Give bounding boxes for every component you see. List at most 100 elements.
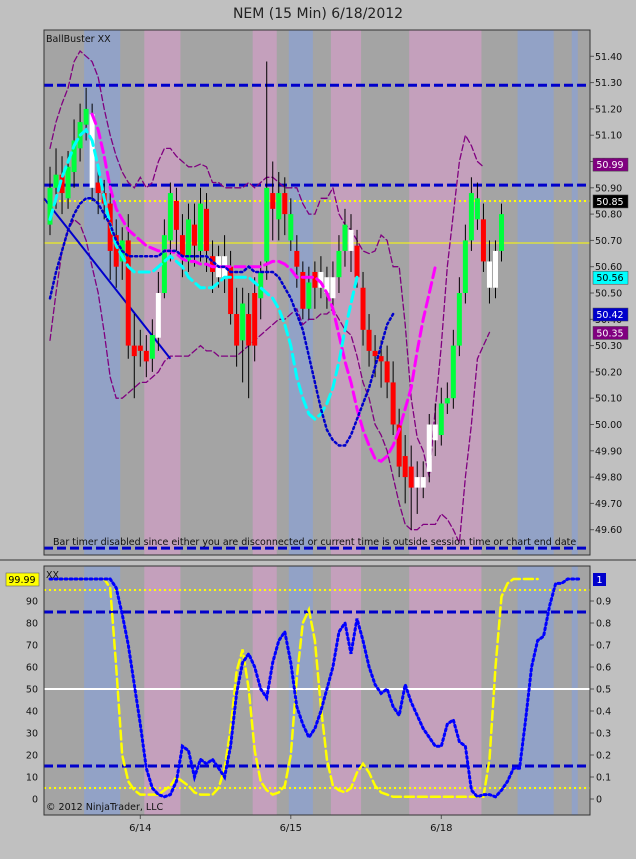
pink-session-band [252, 566, 277, 815]
price-tick-label: 50.90 [595, 183, 622, 194]
price-tick-label: 51.20 [595, 104, 622, 115]
candle-body [131, 345, 137, 357]
candle-body [474, 198, 480, 220]
price-tick-label: 50.30 [595, 341, 622, 352]
oscillator-right-marker-label: 1 [596, 575, 602, 586]
price-marker-label: 50.42 [596, 310, 623, 321]
osc-right-tick-label: 0.3 [596, 729, 611, 740]
chart-root: NEM (15 Min) 6/18/2012 49.60 49.70 49.80 49… [0, 0, 636, 859]
candle-body [438, 403, 444, 436]
candle-body [414, 477, 420, 488]
candle-body [348, 229, 354, 251]
candle-body [420, 477, 426, 488]
copyright-text: © 2012 NinjaTrader, LLC [46, 802, 163, 813]
candle-body [246, 314, 252, 346]
price-tick-label: 50.20 [595, 367, 622, 378]
osc-right-tick-label: 0.6 [596, 663, 611, 674]
price-tick-label: 49.70 [595, 499, 622, 510]
candle-body [432, 424, 438, 441]
candle-body [167, 193, 173, 241]
osc-right-tick-label: 0.7 [596, 641, 611, 652]
time-tick-label: 6/18 [430, 823, 452, 834]
candle-body [149, 335, 155, 359]
blue-session-band [571, 566, 578, 815]
candle-body [143, 350, 149, 362]
candle-body [402, 456, 408, 478]
candle-body [228, 266, 234, 315]
oscillator-left-marker-label: 99.99 [8, 575, 35, 586]
price-marker-label: 50.35 [596, 328, 623, 339]
blue-session-band [517, 30, 554, 555]
candle-body [294, 250, 300, 267]
pink-session-band [330, 566, 362, 815]
price-tick-label: 50.50 [595, 289, 622, 300]
candle-body [426, 424, 432, 472]
candle-body [137, 345, 143, 351]
osc-right-tick-label: 0.2 [596, 751, 611, 762]
candle-body [179, 235, 185, 257]
candle-body [276, 193, 282, 220]
blue-session-band [84, 30, 121, 555]
blue-session-band [84, 566, 121, 815]
price-marker-label: 50.85 [596, 197, 623, 208]
price-tick-label: 51.30 [595, 78, 622, 89]
blue-session-band [517, 566, 554, 815]
candle-body [354, 245, 360, 278]
candle-body [330, 277, 336, 299]
chart-title: NEM (15 Min) 6/18/2012 [233, 6, 403, 22]
candle-body [468, 193, 474, 241]
osc-right-tick-label: 0.1 [596, 773, 611, 784]
candle-body [462, 240, 468, 293]
bar-timer-note: Bar timer disabled since either you are … [53, 537, 576, 548]
candle-body [191, 224, 197, 246]
price-marker-label: 50.56 [596, 273, 623, 284]
price-tick-label: 49.60 [595, 525, 622, 536]
candle-body [444, 398, 450, 404]
candle-body [234, 314, 240, 346]
candle-body [83, 108, 89, 125]
pink-session-band [330, 30, 362, 555]
candle-body [53, 174, 59, 188]
oscillator-panel: 0 10 20 30 40 50 60 70 80 90 0 0.1 0.2 0.3 0.4 0.5 0.6 0.… [5, 566, 611, 815]
candle-body [65, 166, 71, 199]
candle-body [499, 214, 504, 251]
candle-body [252, 293, 258, 346]
candle-body [336, 250, 342, 278]
candle-body [372, 350, 378, 357]
price-tick-label: 50.00 [595, 420, 622, 431]
price-tick-label: 49.90 [595, 446, 622, 457]
price-tick-label: 49.80 [595, 473, 622, 484]
candle-body [480, 219, 486, 262]
osc-right-tick-label: 0 [596, 795, 602, 806]
candle-body [95, 182, 101, 194]
price-tick-label: 50.80 [595, 210, 622, 221]
candle-body [155, 293, 161, 338]
osc-left-tick-label: 10 [26, 773, 38, 784]
price-tick-label: 50.70 [595, 236, 622, 247]
osc-left-tick-label: 30 [26, 729, 38, 740]
candle-body [492, 250, 498, 288]
osc-right-tick-label: 0.5 [596, 685, 611, 696]
price-tick-label: 51.40 [595, 52, 622, 63]
blue-session-band [571, 30, 578, 555]
candle-body [450, 345, 456, 399]
price-marker-label: 50.99 [596, 160, 623, 171]
osc-left-tick-label: 80 [26, 619, 38, 630]
oscillator-label: XX [46, 570, 60, 581]
candle-body [360, 287, 366, 330]
price-tick-label: 50.10 [595, 394, 622, 405]
osc-left-tick-label: 60 [26, 663, 38, 674]
candle-body [198, 203, 203, 251]
osc-right-tick-label: 0.4 [596, 707, 611, 718]
candle-body [390, 382, 396, 425]
candle-body [486, 261, 492, 288]
indicator-label: BallBuster XX [46, 34, 111, 45]
time-tick-label: 6/15 [280, 823, 302, 834]
blue-session-band [288, 566, 313, 815]
candle-body [204, 208, 210, 251]
candle-body [270, 193, 276, 209]
candle-body [306, 282, 312, 309]
time-tick-label: 6/14 [129, 823, 151, 834]
candle-body [342, 224, 348, 251]
candle-body [384, 361, 390, 383]
